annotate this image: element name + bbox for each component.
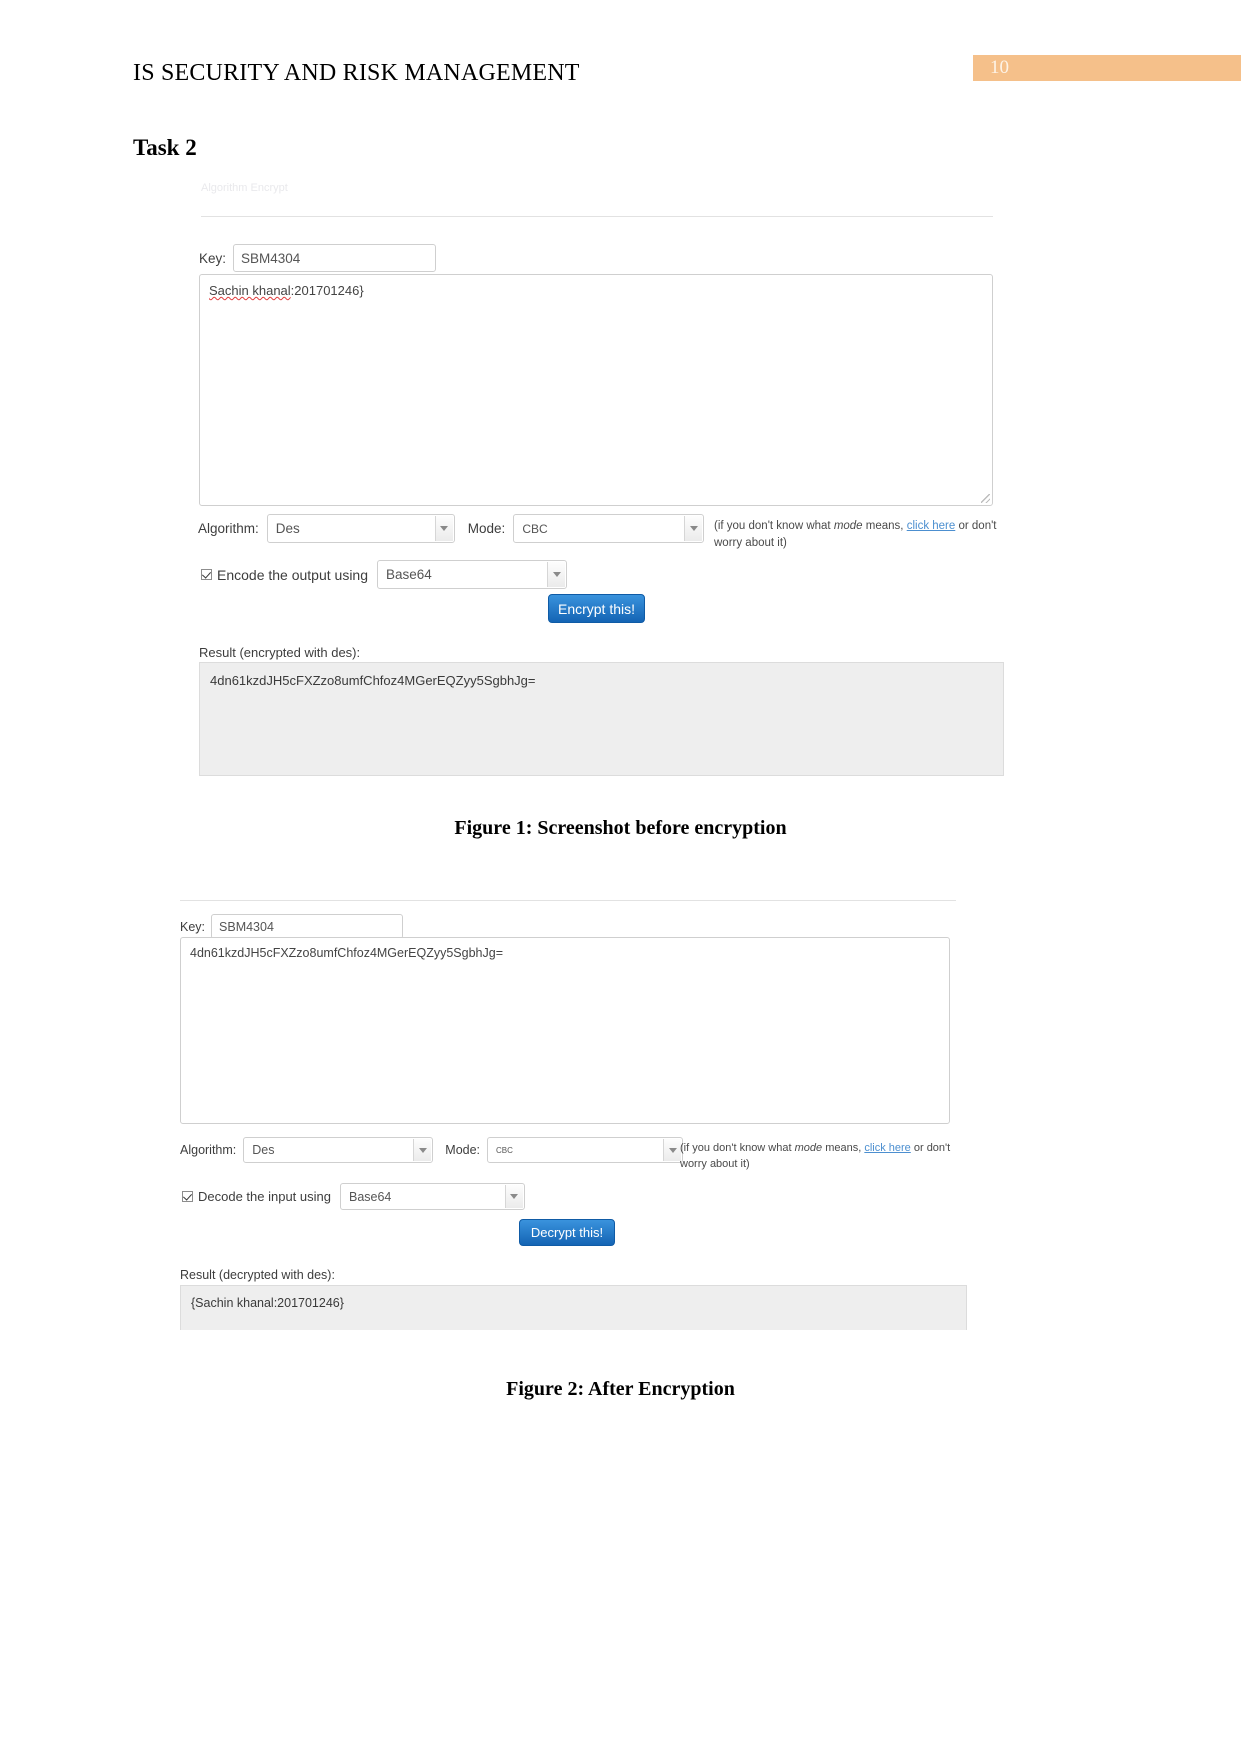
figure-2-caption: Figure 2: After Encryption xyxy=(506,1378,735,1400)
figure1-hint-emphasis: mode xyxy=(833,520,863,532)
figure1-encoding-value: Base64 xyxy=(386,567,432,582)
figure1-result-label: Result (encrypted with des): xyxy=(199,645,361,660)
figure2-ciphertext-textarea[interactable]: 4dn61kzdJH5cFXZzo8umfChfoz4MGerEQZyy5Sgb… xyxy=(180,937,950,1124)
figure1-hint-mid: means, xyxy=(862,520,907,532)
figure2-result-label: Result (decrypted with des): xyxy=(180,1268,335,1282)
chevron-down-icon[interactable] xyxy=(413,1139,432,1161)
figure2-mode-select[interactable]: cbc xyxy=(487,1137,684,1163)
figure1-mode-hint: (if you don't know what mode means, clic… xyxy=(714,518,1002,551)
figure2-hint-prefix: (if you don't know what xyxy=(680,1142,795,1154)
page-number-badge: 10 xyxy=(973,55,1241,81)
figure2-decode-row: Decode the input using Base64 xyxy=(182,1183,525,1210)
chevron-down-icon[interactable] xyxy=(663,1139,682,1161)
figure2-algorithm-row: Algorithm: Des Mode: cbc xyxy=(180,1137,684,1163)
figure1-algorithm-label: Algorithm: xyxy=(198,521,259,536)
figure1-plaintext-spelled: Sachin khanal xyxy=(209,283,291,298)
figure2-result-output: {Sachin khanal:201701246} xyxy=(180,1285,967,1330)
figure1-encoding-select[interactable]: Base64 xyxy=(377,560,568,589)
figure2-mode-hint: (if you don't know what mode means, clic… xyxy=(680,1141,968,1173)
figure1-algorithm-select[interactable]: Des xyxy=(266,514,455,543)
figure-1-screenshot: Algorithm Encrypt Key: SBM4304 Sachin kh… xyxy=(141,182,1005,782)
section-title: Task 2 xyxy=(133,135,197,160)
figure2-key-row: Key: SBM4304 xyxy=(180,914,404,939)
figure2-mode-value: cbc xyxy=(496,1144,513,1156)
figure2-hint-emphasis: mode xyxy=(794,1142,823,1154)
document-header-title: IS SECURITY AND RISK MANAGEMENT xyxy=(133,60,580,86)
figure2-mode-label: Mode: xyxy=(445,1143,481,1157)
figure1-encode-label: Encode the output using xyxy=(217,566,369,583)
textarea-resize-grip[interactable] xyxy=(981,494,990,503)
decrypt-this-button[interactable]: Decrypt this! xyxy=(519,1219,615,1246)
figure1-algorithm-value: Des xyxy=(275,521,300,536)
figure1-key-input[interactable]: SBM4304 xyxy=(233,244,437,272)
chevron-down-icon[interactable] xyxy=(504,1185,523,1208)
figure2-encoding-select[interactable]: Base64 xyxy=(339,1183,525,1210)
chevron-down-icon[interactable] xyxy=(547,562,566,587)
figure1-mode-value: CBC xyxy=(522,521,548,536)
figure1-encode-checkbox[interactable] xyxy=(201,569,212,580)
figure1-mode-select[interactable]: CBC xyxy=(513,514,705,543)
figure2-divider xyxy=(180,900,956,901)
figure2-encoding-value: Base64 xyxy=(348,1189,392,1204)
figure1-hint-prefix: (if you don't know what xyxy=(714,520,834,532)
figure1-divider xyxy=(201,216,993,217)
chevron-down-icon[interactable] xyxy=(434,516,453,541)
figure2-decode-label: Decode the input using xyxy=(198,1189,331,1204)
figure2-key-label: Key: xyxy=(180,919,206,934)
chevron-down-icon[interactable] xyxy=(684,516,703,541)
figure2-key-input[interactable]: SBM4304 xyxy=(211,914,404,939)
figure-1-caption: Figure 1: Screenshot before encryption xyxy=(454,817,787,839)
figure1-mode-label: Mode: xyxy=(467,521,506,536)
encrypt-this-button[interactable]: Encrypt this! xyxy=(548,594,645,623)
figure1-encode-row: Encode the output using Base64 xyxy=(201,560,568,589)
faint-cropped-header-text: Algorithm Encrypt xyxy=(201,182,288,194)
figure1-plaintext-textarea[interactable]: Sachin khanal:201701246} xyxy=(199,274,993,506)
figure-2-screenshot: Key: SBM4304 4dn61kzdJH5cFXZzo8umfChfoz4… xyxy=(180,895,968,1330)
figure1-plaintext-rest: :201701246} xyxy=(290,283,364,298)
figure2-hint-mid: means, xyxy=(822,1142,865,1154)
figure2-click-here-link[interactable]: click here xyxy=(864,1142,910,1154)
figure2-algorithm-label: Algorithm: xyxy=(180,1143,237,1157)
figure1-algorithm-row: Algorithm: Des Mode: CBC xyxy=(198,514,705,543)
figure1-key-label: Key: xyxy=(199,250,227,266)
figure2-algorithm-select[interactable]: Des xyxy=(243,1137,434,1163)
figure1-click-here-link[interactable]: click here xyxy=(907,520,956,532)
figure2-decode-checkbox[interactable] xyxy=(182,1191,193,1202)
figure2-algorithm-value: Des xyxy=(252,1143,275,1157)
figure1-result-output: 4dn61kzdJH5cFXZzo8umfChfoz4MGerEQZyy5Sgb… xyxy=(199,662,1004,776)
figure1-key-row: Key: SBM4304 xyxy=(199,244,437,272)
